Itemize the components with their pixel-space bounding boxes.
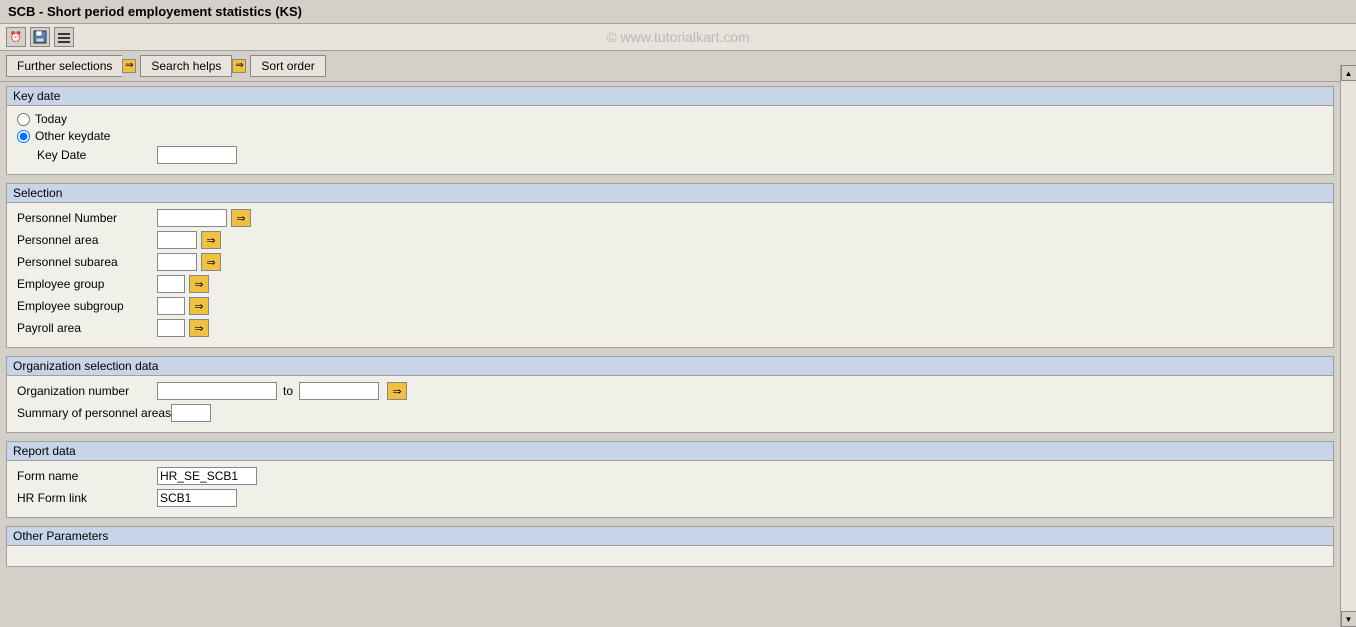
org-number-row: Organization number to ⇒ (17, 382, 1323, 400)
personnel-number-label: Personnel Number (17, 211, 157, 225)
keydate-field-row: Key Date (17, 146, 1323, 164)
section-report-data-body: Form name HR Form link (7, 461, 1333, 517)
hr-form-link-row: HR Form link (17, 489, 1323, 507)
personnel-area-input[interactable] (157, 231, 197, 249)
section-report-data: Report data Form name HR Form link (6, 441, 1334, 518)
personnel-subarea-input[interactable] (157, 253, 197, 271)
section-org-selection: Organization selection data Organization… (6, 356, 1334, 433)
scrollbar[interactable]: ▲ ▼ (1340, 65, 1356, 627)
personnel-area-label: Personnel area (17, 233, 157, 247)
save-icon[interactable] (30, 27, 50, 47)
section-other-parameters: Other Parameters (6, 526, 1334, 567)
tab-search-helps[interactable]: Search helps (140, 55, 232, 77)
hr-form-link-input[interactable] (157, 489, 237, 507)
personnel-subarea-arrow[interactable]: ⇒ (201, 253, 221, 271)
summary-personnel-areas-input[interactable] (171, 404, 211, 422)
form-name-input[interactable] (157, 467, 257, 485)
scroll-up[interactable]: ▲ (1341, 65, 1356, 81)
section-selection-body: Personnel Number ⇒ Personnel area ⇒ Pers… (7, 203, 1333, 347)
further-selections-arrow[interactable]: ⇒ (122, 59, 136, 73)
menu-icon[interactable] (54, 27, 74, 47)
watermark: © www.tutorialkart.com (606, 29, 749, 45)
payroll-area-row: Payroll area ⇒ (17, 319, 1323, 337)
payroll-area-arrow[interactable]: ⇒ (189, 319, 209, 337)
form-name-row: Form name (17, 467, 1323, 485)
personnel-number-row: Personnel Number ⇒ (17, 209, 1323, 227)
org-number-arrow[interactable]: ⇒ (387, 382, 407, 400)
section-report-data-header: Report data (7, 442, 1333, 461)
employee-group-label: Employee group (17, 277, 157, 291)
summary-personnel-areas-label: Summary of personnel areas (17, 406, 171, 420)
section-key-date-header: Key date (7, 87, 1333, 106)
radio-other-keydate-label: Other keydate (35, 129, 110, 143)
radio-other-keydate[interactable] (17, 130, 30, 143)
personnel-number-input[interactable] (157, 209, 227, 227)
section-other-parameters-body (7, 546, 1333, 566)
org-number-input[interactable] (157, 382, 277, 400)
tab-further-selections[interactable]: Further selections (6, 55, 122, 77)
section-other-parameters-header: Other Parameters (7, 527, 1333, 546)
employee-group-input[interactable] (157, 275, 185, 293)
content-wrapper: Key date Today Other keydate Key Date (0, 82, 1340, 614)
employee-subgroup-label: Employee subgroup (17, 299, 157, 313)
radio-otherkeydate-row: Other keydate (17, 129, 1323, 143)
section-selection: Selection Personnel Number ⇒ Personnel a… (6, 183, 1334, 348)
employee-subgroup-input[interactable] (157, 297, 185, 315)
employee-subgroup-arrow[interactable]: ⇒ (189, 297, 209, 315)
keydate-input[interactable] (157, 146, 237, 164)
personnel-area-arrow[interactable]: ⇒ (201, 231, 221, 249)
org-number-to-input[interactable] (299, 382, 379, 400)
summary-personnel-areas-row: Summary of personnel areas (17, 404, 1323, 422)
main-content: Key date Today Other keydate Key Date (0, 82, 1340, 614)
section-org-selection-header: Organization selection data (7, 357, 1333, 376)
payroll-area-input[interactable] (157, 319, 185, 337)
personnel-area-row: Personnel area ⇒ (17, 231, 1323, 249)
section-key-date-body: Today Other keydate Key Date (7, 106, 1333, 174)
personnel-subarea-row: Personnel subarea ⇒ (17, 253, 1323, 271)
window-title: SCB - Short period employement statistic… (8, 4, 302, 19)
title-bar: SCB - Short period employement statistic… (0, 0, 1356, 24)
personnel-subarea-label: Personnel subarea (17, 255, 157, 269)
personnel-number-arrow[interactable]: ⇒ (231, 209, 251, 227)
payroll-area-label: Payroll area (17, 321, 157, 335)
radio-today-label: Today (35, 112, 67, 126)
radio-today[interactable] (17, 113, 30, 126)
to-label: to (283, 384, 293, 398)
scroll-track[interactable] (1341, 81, 1356, 611)
form-name-label: Form name (17, 469, 157, 483)
hr-form-link-label: HR Form link (17, 491, 157, 505)
tab-sort-order[interactable]: Sort order (250, 55, 325, 77)
keydate-label: Key Date (17, 148, 157, 162)
org-number-label: Organization number (17, 384, 157, 398)
section-key-date: Key date Today Other keydate Key Date (6, 86, 1334, 175)
employee-subgroup-row: Employee subgroup ⇒ (17, 297, 1323, 315)
scroll-down[interactable]: ▼ (1341, 611, 1356, 627)
clock-icon[interactable]: ⏰ (6, 27, 26, 47)
radio-today-row: Today (17, 112, 1323, 126)
employee-group-arrow[interactable]: ⇒ (189, 275, 209, 293)
section-selection-header: Selection (7, 184, 1333, 203)
toolbar: ⏰ © www.tutorialkart.com (0, 24, 1356, 51)
search-helps-arrow[interactable]: ⇒ (232, 59, 246, 73)
tab-row: Further selections ⇒ Search helps ⇒ Sort… (0, 51, 1356, 82)
section-org-selection-body: Organization number to ⇒ Summary of pers… (7, 376, 1333, 432)
employee-group-row: Employee group ⇒ (17, 275, 1323, 293)
